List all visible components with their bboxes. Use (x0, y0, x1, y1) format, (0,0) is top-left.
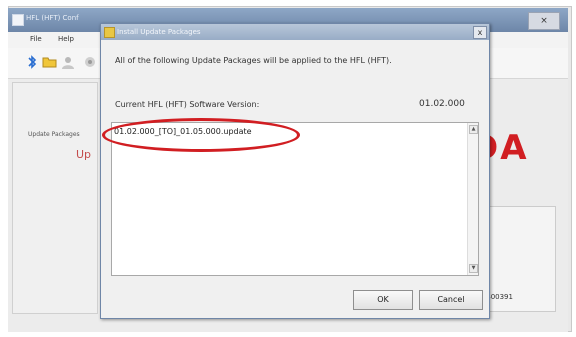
dialog-close-button[interactable]: x (473, 26, 487, 39)
bluetooth-icon[interactable] (24, 54, 40, 70)
software-version-label: Current HFL (HFT) Software Version: (115, 100, 260, 109)
menu-help[interactable]: Help (58, 35, 74, 43)
left-panel (12, 82, 98, 314)
folder-icon (104, 27, 115, 38)
list-scrollbar[interactable]: ▲ ▼ (467, 123, 478, 275)
scroll-down-icon[interactable]: ▼ (469, 264, 478, 273)
scroll-up-icon[interactable]: ▲ (469, 125, 478, 134)
install-update-dialog: Install Update Packages x All of the fol… (100, 23, 490, 319)
main-window-title: HFL (HFT) Conf (26, 14, 79, 22)
software-version-value: 01.02.000 (419, 99, 465, 109)
highlight-circle (102, 118, 300, 152)
update-status-text: Up (76, 148, 92, 161)
dialog-message: All of the following Update Packages wil… (115, 56, 392, 65)
app-icon (12, 14, 24, 26)
menu-file[interactable]: File (30, 35, 42, 43)
dialog-title: Install Update Packages (117, 28, 201, 36)
ok-button[interactable]: OK (353, 290, 413, 310)
dialog-title-bar: Install Update Packages x (101, 24, 489, 40)
open-folder-icon[interactable] (42, 54, 58, 70)
settings-icon[interactable] (82, 54, 98, 70)
main-close-button[interactable]: × (528, 12, 560, 30)
cancel-button[interactable]: Cancel (419, 290, 483, 310)
update-packages-label: Update Packages (28, 131, 80, 138)
user-icon[interactable] (60, 54, 76, 70)
